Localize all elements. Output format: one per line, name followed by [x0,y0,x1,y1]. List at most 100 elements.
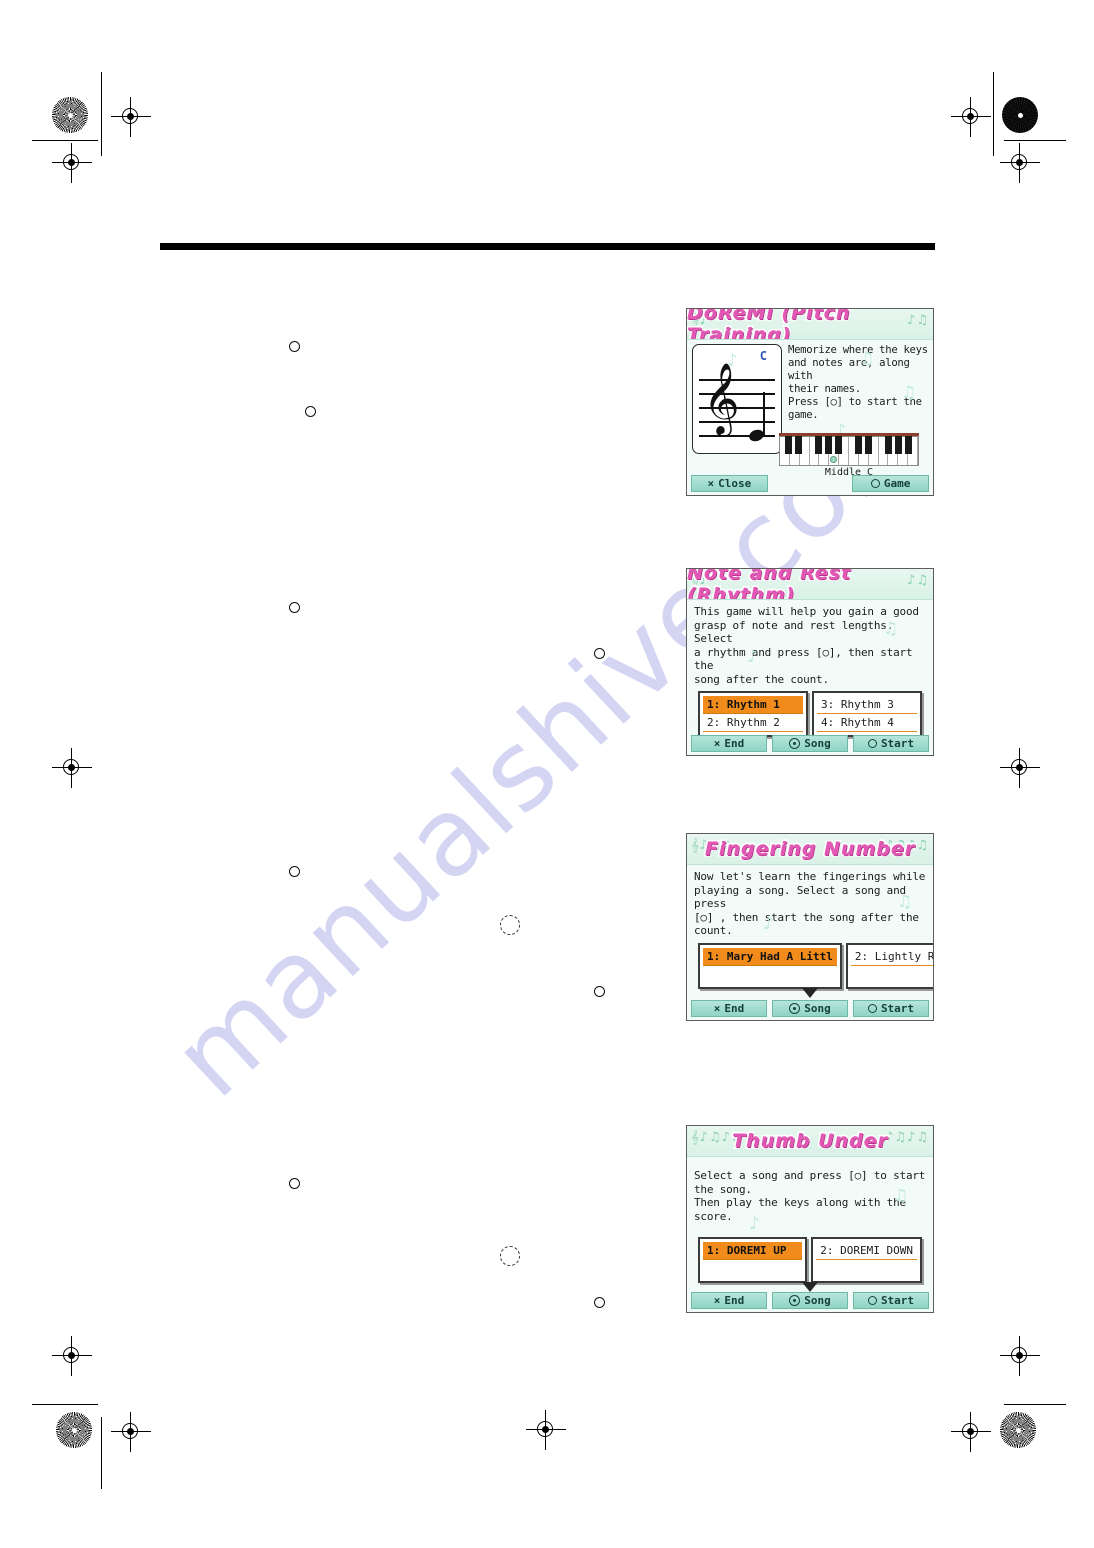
bullet-marker [289,341,300,352]
registration-target-top-right-outer [1000,143,1040,183]
close-x-icon: × [707,477,715,490]
start-button-label: Start [880,1294,915,1307]
bullet-marker [594,1297,605,1308]
bullet-marker [289,866,300,877]
note-and-rest-title: Note and Rest (Rhythm) [687,569,852,600]
note-name-label: C [759,349,767,363]
trim-mark-vertical-top-right [993,72,995,156]
option-item[interactable]: 1: DOREMI UP [703,1242,803,1260]
thumb-under-body: Select a song and press [○] to start the… [687,1157,933,1292]
song-button-label: Song [804,1294,831,1307]
trim-mark-vertical-top-left [101,72,103,156]
end-button[interactable]: × End [691,735,767,752]
dpad-icon [789,738,801,749]
registration-target-mid-left [52,748,92,788]
circle-button-icon [867,739,877,748]
close-button-label: Close [718,477,752,490]
options-column-right: 3: Rhythm 3 4: Rhythm 4 [812,691,922,737]
registration-target-top-right-inner [951,97,991,137]
bullet-marker [594,986,605,997]
option-item[interactable]: 4: Rhythm 4 [817,714,917,732]
thumb-under-button-bar: × End Song Start [687,1292,933,1312]
options-column-right: 2: Lightly Row [845,942,933,989]
scroll-down-arrow-icon [802,987,818,998]
header-divider-rule [160,243,935,250]
option-item[interactable]: 2: Lightly Row [850,948,933,966]
thumb-under-title: Thumb Under [730,1128,888,1153]
option-item-empty [851,966,933,984]
registration-target-bottom-right-inner [951,1412,991,1452]
game-button[interactable]: Game [852,475,930,492]
option-item[interactable]: 2: Rhythm 2 [703,714,803,732]
scroll-down-arrow-icon [802,1282,818,1292]
song-button[interactable]: Song [772,1292,848,1309]
registration-target-bottom-left-inner [111,1412,151,1452]
piano-keyboard[interactable] [779,433,919,466]
registration-rosette-top-right [1002,97,1038,133]
start-button[interactable]: Start [853,1292,929,1309]
close-x-icon: × [713,1294,721,1307]
options-column-left: 1: DOREMI UP [698,1237,808,1283]
registration-target-bottom-left-outer [52,1336,92,1376]
circle-button-icon [867,1296,877,1305]
screenshot-doremi-pitch-training: 𝄞♪ DoReMi (Pitch Training) ♪♫ C 𝄞 Memori… [686,308,934,496]
screenshot-note-and-rest-rhythm: 𝄞♪ Note and Rest (Rhythm) ♪♫ This game w… [686,568,934,756]
bullet-marker-dashed [500,915,520,935]
end-button-label: End [724,737,745,750]
note-stem [763,392,765,435]
doremi-button-bar: × Close Game [687,475,933,495]
bullet-marker [594,648,605,659]
start-button[interactable]: Start [853,735,929,752]
fingering-number-description: Now let's learn the fingerings while pla… [694,870,926,937]
note-and-rest-body: This game will help you gain a good gras… [687,600,933,746]
bullet-marker [289,602,300,613]
trim-mark-vertical-bottom-left [101,1417,103,1489]
trim-mark-horizontal-bottom-left [32,1404,98,1406]
note-and-rest-description: This game will help you gain a good gras… [694,605,919,686]
end-button[interactable]: × End [691,1000,767,1017]
end-button[interactable]: × End [691,1292,767,1309]
screenshot-fingering-number: 𝄞♪♫♪ Fingering Number ♪♫♪♫ Now let's lea… [686,833,934,1021]
dpad-icon [789,1003,801,1014]
option-item[interactable]: 3: Rhythm 3 [817,696,917,714]
trim-mark-horizontal-top-left [32,140,98,142]
option-item[interactable]: 2: DOREMI DOWN [816,1242,917,1260]
fingering-number-title-bar: 𝄞♪♫♪ Fingering Number ♪♫♪♫ [687,834,933,865]
keyboard-black-keys [779,436,919,454]
bullet-marker [305,406,316,417]
option-item[interactable]: 1: Rhythm 1 [703,696,803,714]
option-item-empty [703,1260,802,1278]
page-sheet: manualshive.com 𝄞♪ DoReMi (Pitch Trainin… [0,0,1094,1548]
options-column-left: 1: Rhythm 1 2: Rhythm 2 [698,691,808,737]
circle-button-icon [870,479,880,488]
options-column-right: 2: DOREMI DOWN [811,1237,922,1283]
bullet-marker-dashed [500,1246,520,1266]
circle-button-icon [867,1004,877,1013]
registration-target-mid-right [1000,748,1040,788]
registration-target-top-left-inner [111,97,151,137]
bullet-marker [289,1178,300,1189]
registration-rosette-bottom-right [1000,1412,1036,1448]
song-button[interactable]: Song [772,1000,848,1017]
option-item-empty [703,966,837,984]
fingering-number-button-bar: × End Song Start [687,1000,933,1020]
middle-c-marker [830,456,837,463]
music-note-decoration-icon: ♪♫♪♫ [885,1130,929,1145]
start-button-label: Start [880,1002,915,1015]
options-column-left: 1: Mary Had A Littl [698,942,842,989]
start-button[interactable]: Start [853,1000,929,1017]
thumb-under-description: Select a song and press [○] to start the… [694,1169,926,1223]
registration-rosette-bottom-left [56,1412,92,1448]
close-button[interactable]: × Close [691,475,768,492]
registration-rosette-top-left [52,97,88,133]
music-staff-card: C 𝄞 [692,344,782,454]
option-item[interactable]: 1: Mary Had A Littl [703,947,837,966]
fingering-number-body: Now let's learn the fingerings while pla… [687,865,933,998]
song-button[interactable]: Song [772,735,848,752]
end-button-label: End [724,1294,745,1307]
doremi-title: DoReMi (Pitch Training) [687,309,851,340]
note-and-rest-options: 1: Rhythm 1 2: Rhythm 2 3: Rhythm 3 4: R… [698,691,922,746]
dpad-icon [789,1295,801,1306]
doremi-description: Memorize where the keys and notes are, a… [788,344,928,421]
close-x-icon: × [713,737,721,750]
